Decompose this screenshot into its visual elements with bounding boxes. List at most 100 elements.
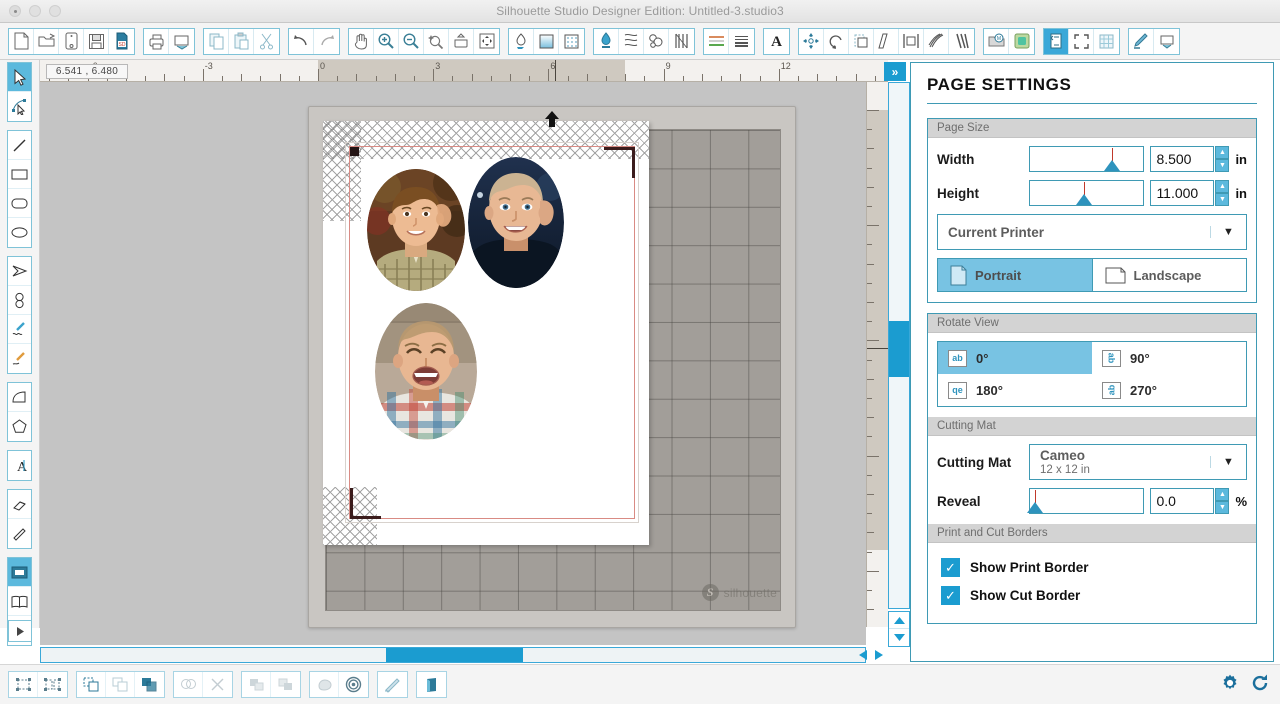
show-cut-border-checkbox[interactable]: ✓ [941,586,960,605]
grid-icon[interactable] [1094,28,1119,54]
fit-to-page-icon[interactable] [449,28,474,54]
sketch-pen-icon[interactable] [644,28,669,54]
horizontal-scroll-thumb[interactable] [386,648,523,662]
line-thickness-icon[interactable] [669,28,694,54]
make-compound-path-icon[interactable] [77,672,106,697]
zoom-selection-icon[interactable] [424,28,449,54]
line-color-icon[interactable] [594,28,619,54]
rotate-180-button[interactable]: qe 180° [938,374,1092,406]
cutting-mat[interactable]: S silhouette [308,106,796,628]
text-letter-icon[interactable]: A [764,28,789,54]
bring-forward-icon[interactable] [106,672,135,697]
detach-icon[interactable] [203,672,232,697]
canvas-vertical-scrollbar[interactable] [888,82,910,609]
knife-tool-icon[interactable] [8,519,31,548]
chevron-down-icon[interactable]: ▼ [1210,226,1246,238]
open-folder-icon[interactable] [34,28,59,54]
trace-icon[interactable] [924,28,949,54]
polygon-tool-icon[interactable] [8,257,31,286]
store-icon[interactable] [1009,28,1034,54]
regular-polygon-icon[interactable] [8,412,31,441]
show-print-border-row[interactable]: ✓ Show Print Border [941,558,1247,577]
reveal-slider[interactable] [1026,488,1145,514]
slant-icon[interactable] [874,28,899,54]
draw-smooth-icon[interactable] [8,344,31,373]
arrange-front-icon[interactable] [242,672,271,697]
rotate-90-button[interactable]: ab 90° [1092,342,1246,374]
rectangle-tool-icon[interactable] [8,160,31,189]
fill-color-icon[interactable] [509,28,534,54]
photo-boy-laughing[interactable] [375,303,477,440]
line-tool-icon[interactable] [8,131,31,160]
text-lines-icon[interactable] [729,28,754,54]
send-panel-icon[interactable] [1154,28,1179,54]
highlighter-icon[interactable] [1129,28,1154,54]
rotate-270-button[interactable]: ab 270° [1092,374,1246,406]
zoom-in-icon[interactable] [374,28,399,54]
shadow-icon[interactable] [310,672,339,697]
show-cut-border-row[interactable]: ✓ Show Cut Border [941,586,1247,605]
vertical-scroll-thumb[interactable] [889,321,909,377]
arc-tool-icon[interactable] [8,383,31,412]
design-page-icon[interactable] [8,558,31,587]
curve-tool-icon[interactable] [8,286,31,315]
library-book-icon[interactable] [8,587,31,616]
gear-icon[interactable] [1220,673,1240,693]
new-document-icon[interactable] [9,28,34,54]
replicate-icon[interactable] [824,28,849,54]
copy-icon[interactable] [204,28,229,54]
page-sheet[interactable] [323,121,649,545]
orientation-portrait-button[interactable]: Portrait [938,259,1092,291]
zoom-out-icon[interactable] [399,28,424,54]
width-stepper[interactable]: ▲ ▼ [1215,146,1230,172]
fit-to-window-icon[interactable] [474,28,499,54]
sketch-icon[interactable] [378,672,407,697]
registration-marks-icon[interactable] [1069,28,1094,54]
send-to-silhouette-icon[interactable] [169,28,194,54]
photo-boy-plaid-shirt[interactable] [367,169,465,291]
send-backward-icon[interactable] [135,672,164,697]
weld-icon[interactable] [174,672,203,697]
fill-pattern-icon[interactable] [559,28,584,54]
fill-gradient-icon[interactable] [534,28,559,54]
cutting-mat-dropdown[interactable]: Cameo 12 x 12 in ▼ [1029,444,1247,480]
select-arrow-icon[interactable] [8,63,31,92]
edit-points-icon[interactable] [8,92,31,121]
panel-expander-button[interactable]: » [884,62,906,81]
reveal-input[interactable]: 0.0 [1150,488,1215,514]
height-slider[interactable] [1029,180,1145,206]
redo-icon[interactable] [314,28,339,54]
ungroup-icon[interactable] [38,672,67,697]
rounded-rectangle-tool-icon[interactable] [8,189,31,218]
orientation-landscape-button[interactable]: Landscape [1091,259,1247,291]
undo-icon[interactable] [289,28,314,54]
page-setup-icon[interactable] [1044,28,1069,54]
height-stepper[interactable]: ▲ ▼ [1215,180,1230,206]
move-transform-icon[interactable] [799,28,824,54]
align-icon[interactable] [899,28,924,54]
3d-tilt-icon[interactable] [417,672,446,697]
my-library-icon[interactable]: M [984,28,1009,54]
chevron-down-icon[interactable]: ▼ [1210,456,1246,468]
knife-icon[interactable] [949,28,974,54]
arrange-back-icon[interactable] [271,672,300,697]
offset-icon[interactable] [849,28,874,54]
offset-rings-icon[interactable] [339,672,368,697]
save-icon[interactable] [84,28,109,54]
cut-scissors-icon[interactable] [254,28,279,54]
show-print-border-checkbox[interactable]: ✓ [941,558,960,577]
height-input[interactable]: 11.000 [1150,180,1215,206]
eraser-tool-icon[interactable] [8,490,31,519]
reveal-stepper[interactable]: ▲ ▼ [1215,488,1230,514]
line-style-icon[interactable] [619,28,644,54]
sd-card-icon[interactable]: SD [109,28,134,54]
pan-hand-icon[interactable] [349,28,374,54]
text-tool-icon[interactable]: A [8,451,31,480]
print-icon[interactable] [144,28,169,54]
open-library-icon[interactable] [59,28,84,54]
rotate-0-button[interactable]: ab 0° [938,342,1092,374]
group-icon[interactable] [9,672,38,697]
sync-refresh-icon[interactable] [1250,673,1270,693]
photo-boy-dark-sweater[interactable] [468,157,564,288]
ellipse-tool-icon[interactable] [8,218,31,247]
